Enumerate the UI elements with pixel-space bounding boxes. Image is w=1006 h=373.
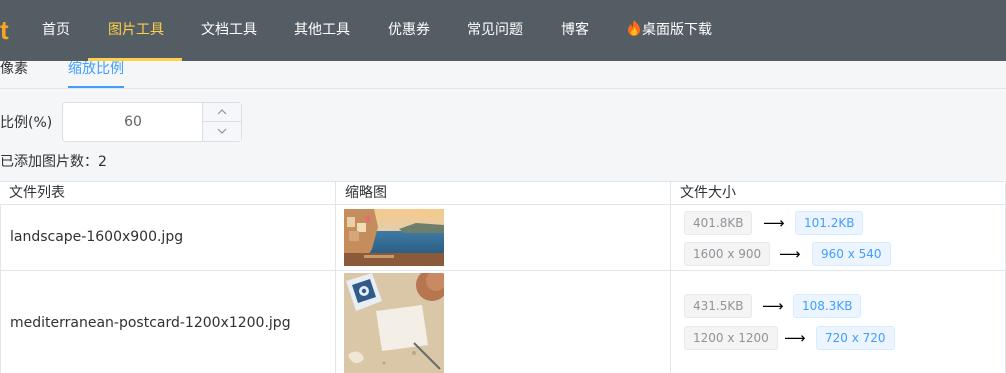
nav-item-image-tools[interactable]: 图片工具 (108, 0, 164, 61)
nav-item-document-tools[interactable]: 文档工具 (201, 0, 257, 61)
arrow-right-icon: ⟶ (762, 297, 784, 315)
file-table: 文件列表 缩略图 文件大小 landscape-1600x900.jpg 401… (0, 181, 1006, 373)
file-name: landscape-1600x900.jpg (10, 229, 184, 245)
nav-item-home[interactable]: 首页 (42, 0, 70, 61)
original-dimensions-badge: 1600 x 900 (684, 242, 771, 266)
table-row: mediterranean-postcard-1200x1200.jpg (0, 270, 336, 373)
nav-item-other-tools[interactable]: 其他工具 (294, 0, 350, 61)
increase-button[interactable] (203, 103, 242, 122)
fire-icon (627, 2, 641, 36)
file-name: mediterranean-postcard-1200x1200.jpg (10, 315, 291, 331)
new-dimensions-badge: 960 x 540 (812, 242, 891, 266)
tab-active-indicator (68, 86, 124, 88)
column-header-file-list: 文件列表 (0, 182, 336, 205)
arrow-right-icon: ⟶ (779, 245, 801, 263)
postcard-tile-thumbnail (344, 273, 444, 373)
nav-item-desktop-download-label: 桌面版下载 (642, 22, 712, 38)
tab-pixels[interactable]: 像素 (0, 61, 28, 77)
original-size-badge: 401.8KB (684, 211, 753, 235)
tab-scale-ratio[interactable]: 缩放比例 (68, 61, 124, 77)
file-size-cell: 401.8KB ⟶ 101.2KB 1600 x 900 ⟶ 960 x 540 (670, 205, 1006, 271)
ratio-label: 比例(%) (0, 115, 53, 131)
nav-item-coupons[interactable]: 优惠券 (388, 0, 430, 61)
original-dimensions-badge: 1200 x 1200 (684, 326, 778, 350)
top-navigation-bar: t 首页 图片工具 文档工具 其他工具 优惠券 常见问题 博客 桌面版下载 (0, 0, 1006, 61)
original-size-badge: 431.5KB (684, 294, 753, 318)
arrow-right-icon: ⟶ (784, 329, 806, 347)
table-row: landscape-1600x900.jpg (0, 205, 336, 271)
compressed-size-badge: 108.3KB (793, 294, 862, 318)
chevron-up-icon (217, 109, 227, 115)
nav-item-desktop-download[interactable]: 桌面版下载 (627, 0, 712, 61)
column-header-thumbnail: 缩略图 (336, 182, 671, 205)
column-header-file-size: 文件大小 (671, 182, 1006, 205)
stepper-buttons (202, 103, 242, 141)
thumbnail-cell (335, 205, 671, 271)
decrease-button[interactable] (203, 122, 242, 141)
site-logo[interactable]: t (0, 16, 9, 44)
new-dimensions-badge: 720 x 720 (816, 326, 895, 350)
mode-tabs: 像素 缩放比例 (0, 61, 1006, 89)
chevron-down-icon (217, 128, 227, 134)
image-count: 已添加图片数：2 (0, 154, 107, 170)
coastal-village-thumbnail (344, 209, 444, 266)
thumbnail-cell (335, 270, 671, 373)
nav-item-faq[interactable]: 常见问题 (467, 0, 523, 61)
file-size-cell: 431.5KB ⟶ 108.3KB 1200 x 1200 ⟶ 720 x 72… (670, 270, 1006, 373)
ratio-input[interactable]: 60 (63, 103, 203, 141)
arrow-right-icon: ⟶ (763, 214, 785, 232)
nav-item-blog[interactable]: 博客 (561, 0, 589, 61)
ratio-stepper: 60 (62, 102, 242, 142)
compressed-size-badge: 101.2KB (795, 211, 864, 235)
